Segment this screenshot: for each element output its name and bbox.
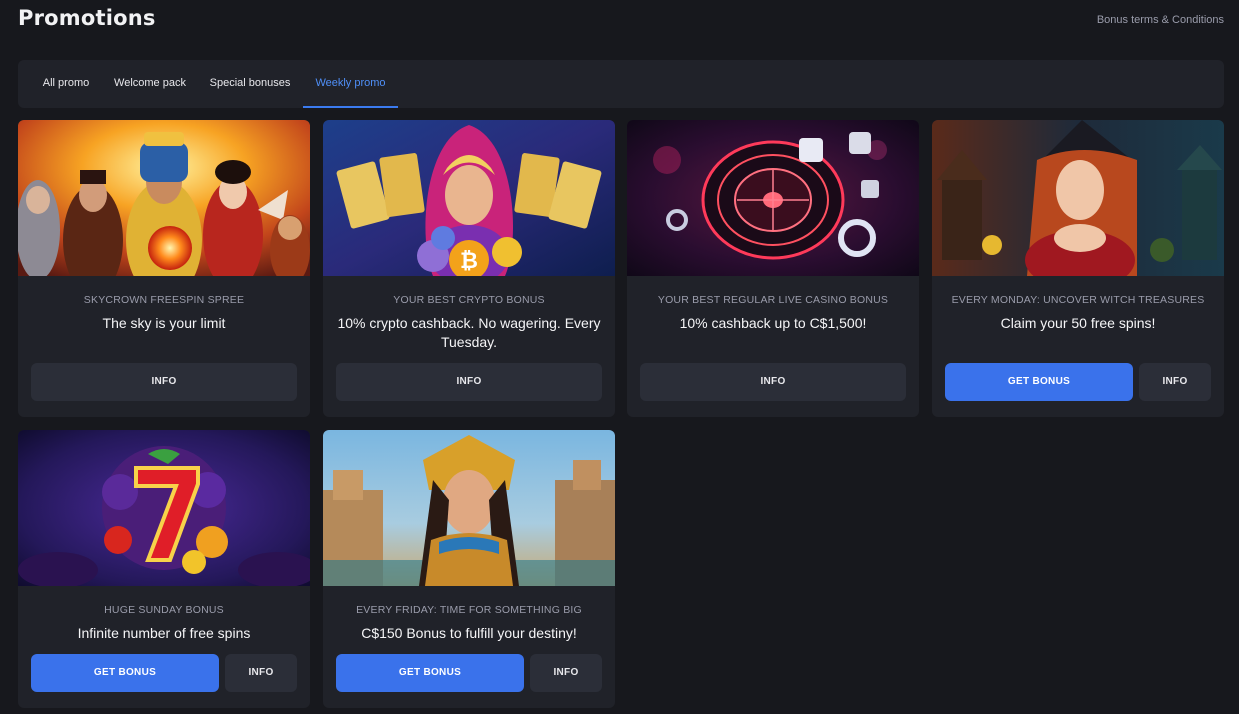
promo-card-live-casino-bonus: YOUR BEST REGULAR LIVE CASINO BONUS 10% … [627,120,919,417]
card-subtitle: YOUR BEST REGULAR LIVE CASINO BONUS [657,294,889,306]
tab-special-bonuses[interactable]: Special bonuses [202,60,298,108]
lucky-seven-fruits-artwork [18,430,310,586]
card-subtitle: YOUR BEST CRYPTO BONUS [393,294,545,306]
heroes-group-artwork [18,120,310,276]
egyptian-queen-artwork [323,430,615,586]
svg-text:₿: ₿ [460,249,478,274]
tab-weekly-promo[interactable]: Weekly promo [303,60,398,108]
neon-roulette-artwork [627,120,919,276]
page-title: Promotions [18,6,156,30]
promo-card-witch-treasures: EVERY MONDAY: UNCOVER WITCH TREASURES Cl… [932,120,1224,417]
card-title: 10% cashback up to C$1,500! [679,315,867,331]
get-bonus-button[interactable]: GET BONUS [31,654,219,692]
info-button[interactable]: INFO [31,363,297,401]
card-title: Claim your 50 free spins! [1000,315,1156,331]
tab-welcome-pack[interactable]: Welcome pack [106,60,194,108]
card-subtitle: HUGE SUNDAY BONUS [104,604,224,616]
info-button[interactable]: INFO [1139,363,1211,401]
promo-card-sunday-bonus: HUGE SUNDAY BONUS Infinite number of fre… [18,430,310,708]
info-button[interactable]: INFO [336,363,602,401]
card-subtitle: EVERY FRIDAY: TIME FOR SOMETHING BIG [356,604,582,616]
info-button[interactable]: INFO [530,654,602,692]
promo-card-freespin-spree: SKYCROWN FREESPIN SPREE The sky is your … [18,120,310,417]
card-subtitle: SKYCROWN FREESPIN SPREE [83,294,245,306]
tab-all-promo[interactable]: All promo [32,60,100,108]
info-button[interactable]: INFO [225,654,297,692]
card-subtitle: EVERY MONDAY: UNCOVER WITCH TREASURES [951,294,1205,306]
promo-card-crypto-bonus: ₿ YOUR BEST CRYPTO BONUS 10% crypto cash… [323,120,615,417]
card-title: C$150 Bonus to fulfill your destiny! [361,625,577,641]
get-bonus-button[interactable]: GET BONUS [945,363,1133,401]
bonus-terms-link[interactable]: Bonus terms & Conditions [1097,14,1224,26]
witch-artwork [932,120,1224,276]
card-title: 10% crypto cashback. No wagering. Every … [337,315,601,350]
promo-tabs: All promo Welcome pack Special bonuses W… [18,60,1224,108]
card-title: The sky is your limit [102,315,226,331]
info-button[interactable]: INFO [640,363,906,401]
fortune-teller-crypto-artwork: ₿ [323,120,615,276]
promo-card-friday-bonus: EVERY FRIDAY: TIME FOR SOMETHING BIG C$1… [323,430,615,708]
get-bonus-button[interactable]: GET BONUS [336,654,524,692]
card-title: Infinite number of free spins [77,625,251,641]
